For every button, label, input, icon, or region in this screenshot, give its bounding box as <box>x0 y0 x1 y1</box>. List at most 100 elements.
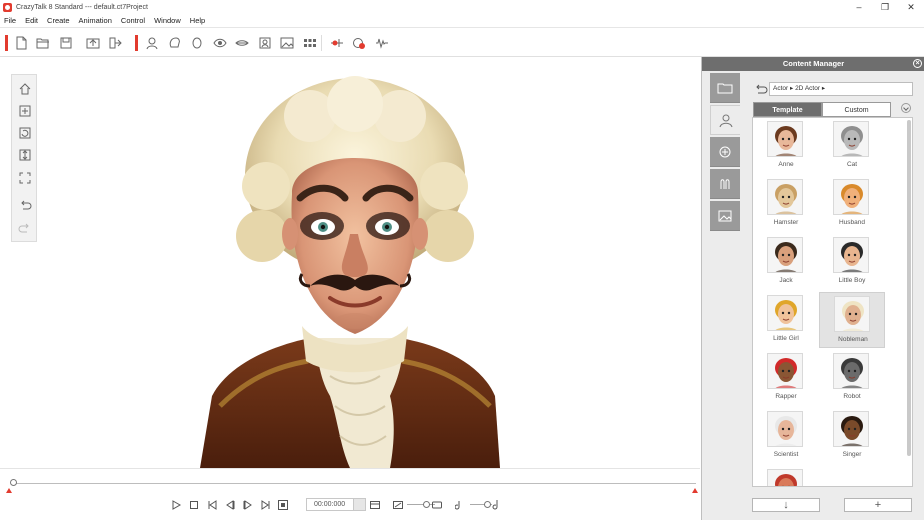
frame-height-icon[interactable] <box>18 148 32 162</box>
tab-template[interactable]: Template <box>753 102 822 117</box>
actor-thumbnail-item[interactable]: Scientist <box>753 408 819 464</box>
range-start-marker[interactable] <box>6 488 12 493</box>
face-profile-icon[interactable] <box>303 36 317 50</box>
actor-thumbnail-label: Little Girl <box>773 335 799 342</box>
content-manager-close-button[interactable]: × <box>913 59 922 68</box>
preview-viewport[interactable] <box>0 58 700 468</box>
menu-animation[interactable]: Animation <box>79 16 112 25</box>
play-icon[interactable] <box>170 499 182 511</box>
actor-thumbnail-image <box>767 295 803 331</box>
actor-thumbnail-label: Singer <box>842 451 862 458</box>
menu-help[interactable]: Help <box>190 16 205 25</box>
folder-category-tab[interactable] <box>710 73 740 103</box>
undo-icon[interactable] <box>18 198 32 212</box>
menu-edit[interactable]: Edit <box>25 16 38 25</box>
actor-thumbnail-item[interactable]: Anne <box>753 118 819 174</box>
actor-thumbnail-image <box>833 179 869 215</box>
toolbar-accent-divider <box>5 35 8 51</box>
content-manager-panel: Content Manager × Actor ▸ 2D Actor ▸ Tem… <box>701 57 924 520</box>
skip-to-start-icon[interactable] <box>206 499 218 511</box>
new-project-icon[interactable] <box>14 36 28 50</box>
menu-create[interactable]: Create <box>47 16 70 25</box>
actor-thumbnail-item[interactable]: Robot <box>819 350 885 406</box>
actor-thumbnail-item[interactable]: Jack <box>753 234 819 290</box>
actor-thumbnail-item[interactable]: Rapper <box>753 350 819 406</box>
face-fitting-icon[interactable] <box>145 36 159 50</box>
actor-thumbnail-item[interactable] <box>753 466 819 486</box>
breadcrumb-2d-actor[interactable]: 2D Actor <box>795 85 820 92</box>
actor-thumbnail-item[interactable]: Singer <box>819 408 885 464</box>
actor-thumbnail-image <box>767 179 803 215</box>
apply-down-button[interactable]: ↓ <box>752 498 820 512</box>
import-image-icon[interactable] <box>86 36 100 50</box>
home-icon[interactable] <box>18 82 32 96</box>
actor-thumbnail-image <box>833 411 869 447</box>
speed-slider-knob[interactable] <box>423 501 430 508</box>
save-project-icon[interactable] <box>59 36 73 50</box>
previous-frame-icon[interactable] <box>224 499 236 511</box>
actor-thumbnail-image <box>833 237 869 273</box>
loop-icon[interactable] <box>277 499 289 511</box>
grid-scrollbar[interactable] <box>907 120 911 456</box>
image-editor-icon[interactable] <box>280 36 294 50</box>
menu-file[interactable]: File <box>4 16 16 25</box>
actor-thumbnail-item[interactable]: Cat <box>819 118 885 174</box>
timeline-scrubber[interactable] <box>10 479 17 486</box>
record-icon[interactable] <box>352 36 366 50</box>
actor-thumbnail-item[interactable]: Hamster <box>753 176 819 232</box>
animation-category-tab[interactable] <box>710 137 740 167</box>
stop-icon[interactable] <box>188 499 200 511</box>
content-manager-title: Content Manager <box>782 59 845 68</box>
timeline-icon[interactable] <box>330 36 344 50</box>
motion-category-tab[interactable] <box>710 169 740 199</box>
menu-control[interactable]: Control <box>121 16 145 25</box>
reset-view-icon[interactable] <box>18 126 32 140</box>
redo-icon[interactable] <box>18 221 32 235</box>
tab-custom[interactable]: Custom <box>822 102 891 117</box>
actor-thumbnail-image <box>834 296 870 332</box>
toolbar-accent-divider-2 <box>135 35 138 51</box>
maximize-button[interactable]: ❐ <box>872 0 898 14</box>
actor-thumbnail-label: Little Boy <box>838 277 866 284</box>
library-tabs: Template Custom <box>753 102 891 117</box>
actor-thumbnail-label: Husband <box>838 219 866 226</box>
close-button[interactable]: ✕ <box>898 0 924 14</box>
skip-to-end-icon[interactable] <box>260 499 272 511</box>
title-bar: CrazyTalk 8 Standard --- default.ct7Proj… <box>0 0 924 14</box>
scene-category-tab[interactable] <box>710 201 740 231</box>
minimize-button[interactable]: – <box>846 0 872 14</box>
timecode-spinner[interactable] <box>353 499 365 510</box>
face-orientation-icon[interactable] <box>190 36 204 50</box>
menu-window[interactable]: Window <box>154 16 181 25</box>
breadcrumb-actor[interactable]: Actor <box>773 85 788 92</box>
actor-thumbnail-image <box>767 353 803 389</box>
actor-thumbnail-item[interactable]: Little Boy <box>819 234 885 290</box>
actor-thumbnail-label: Scientist <box>773 451 799 458</box>
timecode-field[interactable]: 00:00:000 <box>306 498 366 511</box>
actor-thumbnail-item[interactable]: Nobleman <box>819 292 885 348</box>
actor-thumbnail-label: Nobleman <box>838 336 868 343</box>
head-tool-icon[interactable] <box>168 36 182 50</box>
timeline-track[interactable] <box>12 483 696 484</box>
library-options-button[interactable] <box>901 103 911 113</box>
open-project-icon[interactable] <box>36 36 50 50</box>
app-logo-icon <box>3 2 12 12</box>
add-to-library-button[interactable]: + <box>844 498 912 512</box>
range-end-marker[interactable] <box>692 488 698 493</box>
actor-thumbnail-image <box>767 411 803 447</box>
actor-category-tab[interactable] <box>710 105 740 135</box>
frame-settings-icon[interactable] <box>369 499 381 511</box>
back-arrow-icon[interactable] <box>754 83 768 95</box>
background-mask-icon[interactable] <box>258 36 272 50</box>
next-frame-icon[interactable] <box>242 499 254 511</box>
eye-settings-icon[interactable] <box>213 36 227 50</box>
zoom-fit-icon[interactable] <box>18 104 32 118</box>
mouth-settings-icon[interactable] <box>235 36 249 50</box>
fullscreen-icon[interactable] <box>18 171 32 185</box>
actor-thumbnail-item[interactable]: Husband <box>819 176 885 232</box>
actor-thumbnail-image <box>833 353 869 389</box>
export-icon[interactable] <box>108 36 122 50</box>
toolbar-divider <box>321 35 322 51</box>
audio-icon[interactable] <box>375 36 389 50</box>
actor-thumbnail-item[interactable]: Little Girl <box>753 292 819 348</box>
